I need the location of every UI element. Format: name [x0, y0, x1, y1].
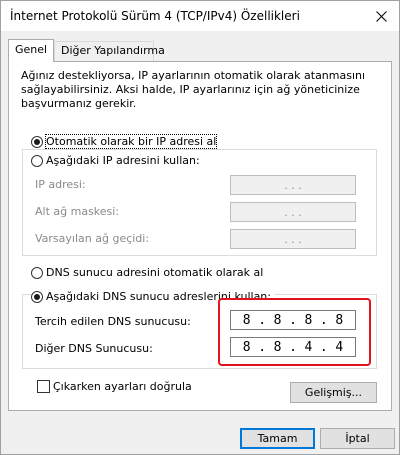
alternate-dns-label: Diğer DNS Sunucusu:: [35, 342, 153, 355]
tab-general[interactable]: Genel: [8, 39, 54, 62]
ip-address-label: IP adresi:: [35, 178, 86, 191]
default-gateway-field: . . .: [230, 229, 356, 249]
radio-label: Otomatik olarak bir IP adresi al: [44, 134, 218, 149]
radio-obtain-dns-auto[interactable]: DNS sunucu adresini otomatik olarak al: [31, 266, 267, 279]
checkbox-box: [37, 380, 50, 393]
subnet-mask-label: Alt ağ maskesi:: [35, 205, 120, 218]
advanced-button[interactable]: Gelişmiş...: [290, 382, 377, 403]
window-title: İnternet Protokolü Sürüm 4 (TCP/IPv4) Öz…: [10, 9, 300, 23]
ok-button[interactable]: Tamam: [240, 428, 315, 449]
radio-indicator: [31, 266, 43, 279]
preferred-dns-label: Tercih edilen DNS sunucusu:: [35, 315, 191, 328]
radio-use-following-ip[interactable]: Aşağıdaki IP adresini kullan:: [31, 154, 203, 167]
radio-label: DNS sunucu adresini otomatik olarak al: [46, 266, 264, 279]
cancel-button[interactable]: İptal: [320, 428, 395, 449]
subnet-mask-field: . . .: [230, 202, 356, 222]
radio-indicator: [31, 135, 43, 148]
properties-dialog: İnternet Protokolü Sürüm 4 (TCP/IPv4) Öz…: [0, 0, 400, 455]
default-gateway-value: . . .: [284, 232, 302, 246]
radio-indicator: [31, 290, 43, 303]
close-button[interactable]: [363, 1, 399, 31]
subnet-mask-value: . . .: [284, 205, 302, 219]
description-text: Ağınız destekliyorsa, IP ayarlarının oto…: [21, 69, 366, 110]
title-bar: İnternet Protokolü Sürüm 4 (TCP/IPv4) Öz…: [1, 1, 399, 31]
default-gateway-label: Varsayılan ağ geçidi:: [35, 232, 150, 245]
validate-settings-checkbox[interactable]: Çıkarken ayarları doğrula: [37, 380, 192, 393]
tab-alternate-configuration[interactable]: Diğer Yapılandırma: [54, 41, 165, 61]
ip-address-value: . . .: [284, 178, 302, 192]
radio-indicator: [31, 154, 43, 167]
radio-obtain-ip-auto[interactable]: Otomatik olarak bir IP adresi al: [31, 134, 220, 149]
dns-highlight-annotation: [218, 298, 371, 366]
checkbox-label: Çıkarken ayarları doğrula: [53, 380, 192, 393]
radio-label: Aşağıdaki IP adresini kullan:: [46, 154, 200, 167]
ip-address-field: . . .: [230, 175, 356, 195]
close-icon: [375, 10, 387, 22]
